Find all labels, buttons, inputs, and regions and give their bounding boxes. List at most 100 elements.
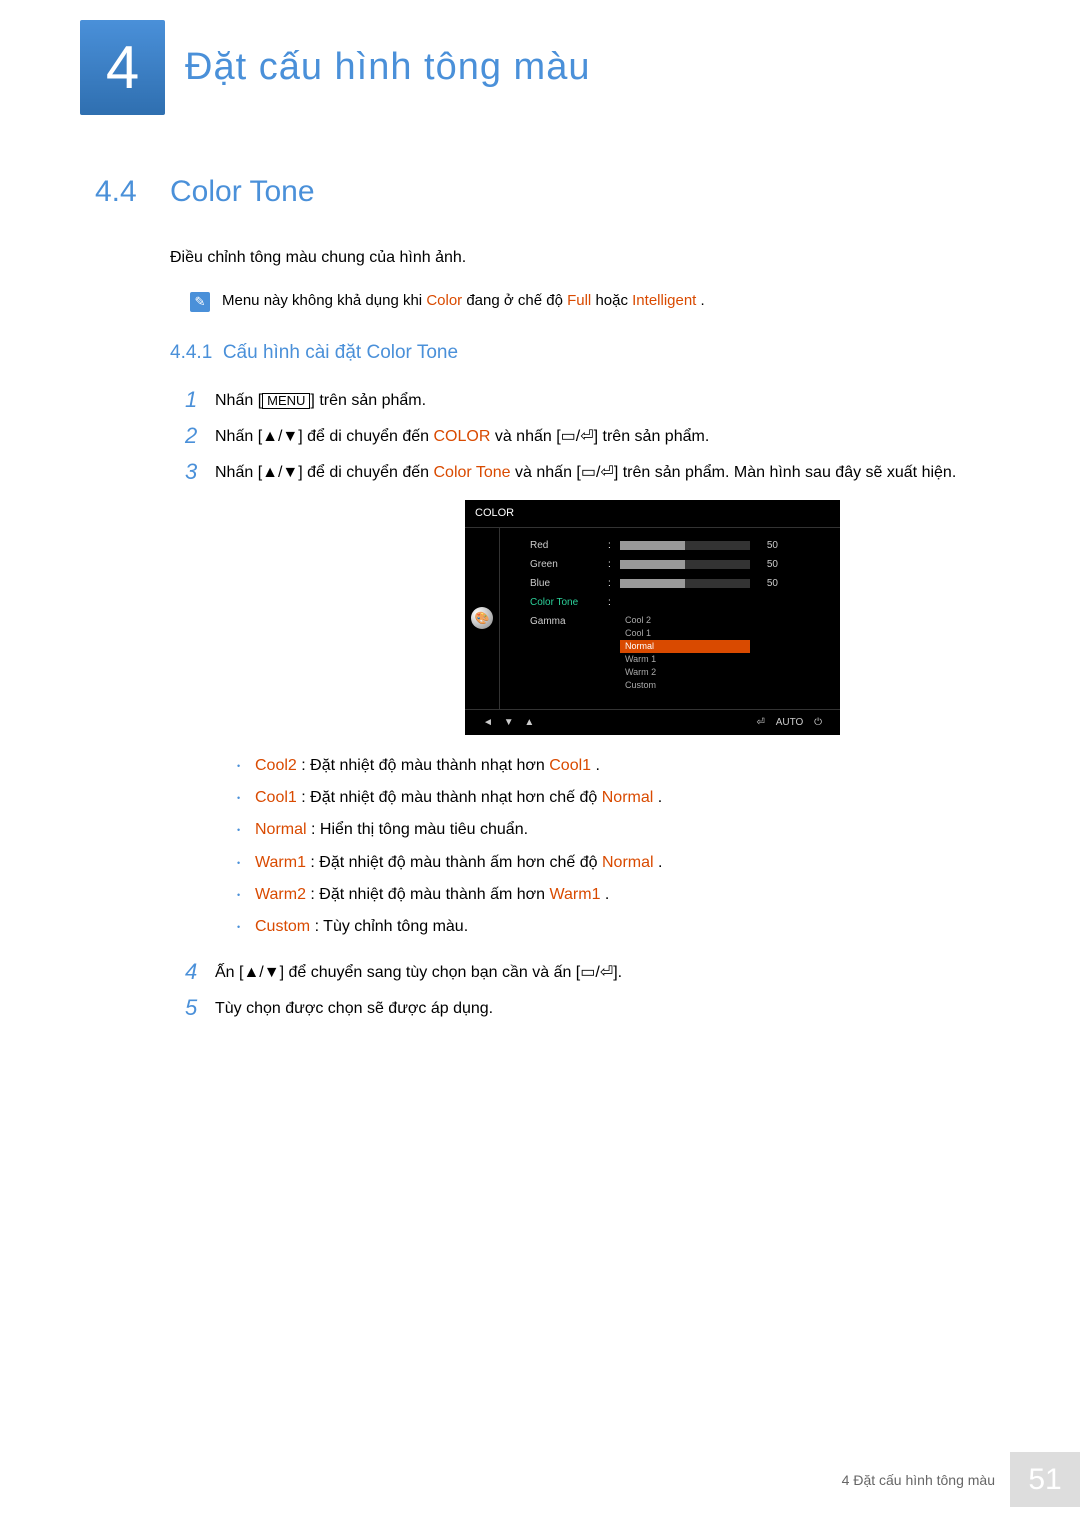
step3-pre: Nhấn [ <box>215 464 262 481</box>
bullet-term: Normal <box>255 821 307 838</box>
step4-mid: ] để chuyển sang tùy chọn bạn cần và ấn … <box>280 964 581 981</box>
page-footer: 4 Đặt cấu hình tông màu 51 <box>842 1452 1080 1507</box>
note-color: Color <box>426 292 462 309</box>
step3-mid1: ] để di chuyển đến <box>298 464 433 481</box>
osd-value: 50 <box>758 557 778 572</box>
bullet-term: Warm1 <box>255 854 306 871</box>
osd-slider <box>620 560 750 569</box>
bullet-text: : Đặt nhiệt độ màu thành ấm hơn chế độ <box>306 854 602 871</box>
osd-right-panel: Red : 50 Green : 50 <box>500 528 840 709</box>
left-arrow-icon: ◄ <box>483 715 493 730</box>
step-2: 2 Nhấn [▲/▼] để di chuyển đến COLOR và n… <box>185 425 985 449</box>
bullet-cool2: Cool2 : Đặt nhiệt độ màu thành nhạt hơn … <box>237 755 985 777</box>
osd-screenshot: COLOR 🎨 Red : 50 <box>465 500 840 735</box>
chapter-title: Đặt cấu hình tông màu <box>185 46 590 89</box>
osd-row-gamma: Gamma <box>530 614 826 629</box>
bullet-term: Cool2 <box>255 757 297 774</box>
step4-pre: Ấn [ <box>215 964 243 981</box>
updown-glyph: ▲/▼ <box>243 964 279 981</box>
osd-title: COLOR <box>465 500 840 528</box>
step-body: Nhấn [▲/▼] để di chuyển đến Color Tone v… <box>215 461 985 949</box>
section-title: Color Tone <box>170 175 315 208</box>
step2-post: ] trên sản phẩm. <box>594 428 710 445</box>
bullet-term2: Cool1 <box>549 757 591 774</box>
osd-row-colortone: Color Tone : <box>530 595 826 610</box>
step-5: 5 Tùy chọn được chọn sẽ được áp dụng. <box>185 997 985 1021</box>
bullet-cool1: Cool1 : Đặt nhiệt độ màu thành nhạt hơn … <box>237 787 985 809</box>
section-number: 4.4 <box>95 175 170 209</box>
intro-paragraph: Điều chỉnh tông màu chung của hình ảnh. <box>170 249 985 267</box>
subsection-title: Cấu hình cài đặt Color Tone <box>223 342 458 363</box>
bullet-text: : Đặt nhiệt độ màu thành nhạt hơn <box>297 757 549 774</box>
bullet-term2: Normal <box>602 789 654 806</box>
subsection-heading: 4.4.1 Cấu hình cài đặt Color Tone <box>170 342 985 364</box>
osd-row-red: Red : 50 <box>530 538 826 553</box>
osd-left-panel: 🎨 <box>465 528 500 709</box>
bullet-warm1: Warm1 : Đặt nhiệt độ màu thành ấm hơn ch… <box>237 852 985 874</box>
bullet-text: : Đặt nhiệt độ màu thành ấm hơn <box>306 886 550 903</box>
note-full: Full <box>567 292 591 309</box>
step3-mid2: và nhấn [ <box>511 464 581 481</box>
enter-glyph: ▭/⏎ <box>561 428 594 445</box>
note-row: ✎ Menu này không khả dụng khi Color đang… <box>190 292 985 312</box>
bullet-post: . <box>654 854 663 871</box>
note-intelligent: Intelligent <box>632 292 696 309</box>
bullet-term: Cool1 <box>255 789 297 806</box>
step-body: Ấn [▲/▼] để chuyển sang tùy chọn bạn cần… <box>215 961 985 985</box>
step-number: 1 <box>185 389 215 411</box>
step2-pre: Nhấn [ <box>215 428 262 445</box>
osd-row-green: Green : 50 <box>530 557 826 572</box>
option-descriptions: Cool2 : Đặt nhiệt độ màu thành nhạt hơn … <box>237 755 985 939</box>
step-list: 1 Nhấn [MENU] trên sản phẩm. 2 Nhấn [▲/▼… <box>185 389 985 1021</box>
step4-post: ]. <box>613 964 622 981</box>
bullet-text: : Đặt nhiệt độ màu thành nhạt hơn chế độ <box>297 789 602 806</box>
bullet-term: Warm2 <box>255 886 306 903</box>
page-header: 4 Đặt cấu hình tông màu <box>0 0 1080 115</box>
step-number: 5 <box>185 997 215 1019</box>
step-body: Nhấn [MENU] trên sản phẩm. <box>215 389 985 413</box>
bullet-term: Custom <box>255 918 310 935</box>
osd-label: Blue <box>530 576 608 591</box>
chapter-number-badge: 4 <box>80 20 165 115</box>
osd-label: Gamma <box>530 614 608 629</box>
subsection-number: 4.4.1 <box>170 342 212 363</box>
step-4: 4 Ấn [▲/▼] để chuyển sang tùy chọn bạn c… <box>185 961 985 985</box>
page-content: 4.4Color Tone Điều chỉnh tông màu chung … <box>0 175 1080 1021</box>
updown-glyph: ▲/▼ <box>262 428 298 445</box>
bullet-text: : Tùy chỉnh tông màu. <box>310 918 468 935</box>
menu-button-glyph: MENU <box>262 393 310 409</box>
bullet-custom: Custom : Tùy chỉnh tông màu. <box>237 916 985 938</box>
page-number: 51 <box>1010 1452 1080 1507</box>
step3-post: ] trên sản phẩm. Màn hình sau đây sẽ xuấ… <box>614 464 956 481</box>
step-1: 1 Nhấn [MENU] trên sản phẩm. <box>185 389 985 413</box>
osd-footer: ◄ ▼ ▲ ⏎ AUTO ⏻ <box>465 709 840 735</box>
osd-row-blue: Blue : 50 <box>530 576 826 591</box>
osd-label-active: Color Tone <box>530 595 608 610</box>
step2-mid2: và nhấn [ <box>490 428 560 445</box>
osd-value: 50 <box>758 576 778 591</box>
enter-glyph: ▭/⏎ <box>581 464 614 481</box>
bullet-text: : Hiển thị tông màu tiêu chuẩn. <box>307 821 528 838</box>
step-3: 3 Nhấn [▲/▼] để di chuyển đến Color Tone… <box>185 461 985 949</box>
step2-color: COLOR <box>433 428 490 445</box>
bullet-post: . <box>591 757 600 774</box>
osd-label: Green <box>530 557 608 572</box>
up-arrow-icon: ▲ <box>524 715 534 730</box>
note-text: Menu này không khả dụng khi Color đang ở… <box>222 292 705 309</box>
note-mid: đang ở chế độ <box>466 292 567 309</box>
step1-pre: Nhấn [ <box>215 392 262 409</box>
note-mid2: hoặc <box>595 292 632 309</box>
step1-post: ] trên sản phẩm. <box>310 392 426 409</box>
note-pre: Menu này không khả dụng khi <box>222 292 426 309</box>
osd-footer-right: ⏎ AUTO ⏻ <box>753 715 826 730</box>
step-body: Nhấn [▲/▼] để di chuyển đến COLOR và nhấ… <box>215 425 985 449</box>
osd-footer-nav: ◄ ▼ ▲ <box>479 715 538 730</box>
footer-text: 4 Đặt cấu hình tông màu <box>842 1472 995 1488</box>
palette-icon: 🎨 <box>471 607 493 629</box>
bullet-term2: Warm1 <box>550 886 601 903</box>
osd-slider <box>620 579 750 588</box>
step-number: 3 <box>185 461 215 483</box>
bullet-post: . <box>600 886 609 903</box>
bullet-normal: Normal : Hiển thị tông màu tiêu chuẩn. <box>237 819 985 841</box>
enter-glyph: ▭/⏎ <box>580 964 613 981</box>
